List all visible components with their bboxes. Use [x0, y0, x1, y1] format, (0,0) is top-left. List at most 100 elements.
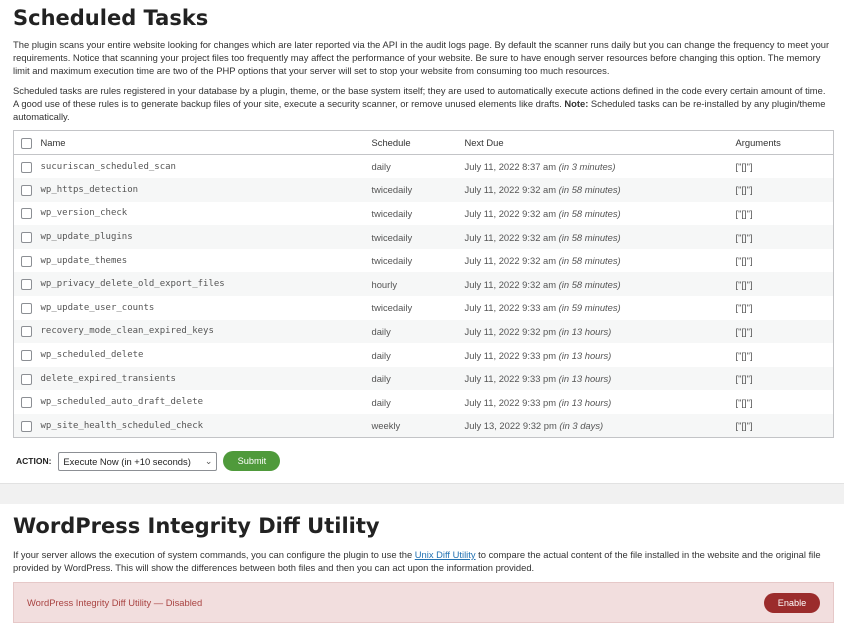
action-select-value: Execute Now (in +10 seconds) [63, 455, 191, 467]
column-next-due[interactable]: Next Due [464, 130, 736, 155]
column-name[interactable]: Name [40, 130, 372, 155]
task-due-relative: (in 58 minutes) [558, 255, 621, 267]
scheduled-tasks-panel: Scheduled Tasks The plugin scans your en… [0, 0, 844, 484]
task-arguments: ["[]"] [735, 302, 753, 314]
task-arguments: ["[]"] [735, 319, 834, 344]
row-checkbox-cell [13, 272, 41, 297]
task-due-date: July 11, 2022 9:32 am [464, 278, 557, 290]
row-checkbox[interactable] [21, 420, 32, 432]
task-arguments: ["[]"] [735, 225, 834, 249]
row-checkbox-cell [14, 390, 41, 414]
task-schedule: twicedaily [371, 225, 465, 249]
row-checkbox[interactable] [21, 232, 32, 244]
task-schedule: twicedaily [371, 302, 413, 314]
task-next-due: July 11, 2022 9:33 pm (in 13 hours) [465, 390, 736, 414]
row-checkbox-cell [13, 319, 41, 344]
task-schedule: twicedaily [371, 178, 465, 202]
row-checkbox[interactable] [21, 279, 32, 291]
enable-button[interactable]: Enable [764, 592, 820, 613]
task-due-relative: (in 58 minutes) [558, 184, 621, 196]
task-next-due: July 13, 2022 9:32 pm (in 3 days) [464, 414, 736, 438]
bulk-action-bar: ACTION: Execute Now (in +10 seconds) ⌄ S… [13, 451, 831, 472]
task-due-relative: (in 3 minutes) [558, 161, 616, 173]
task-name: delete_expired_transients [40, 366, 372, 391]
select-all-checkbox[interactable] [21, 137, 32, 149]
task-due-relative: (in 13 hours) [558, 373, 612, 385]
row-checkbox-cell [13, 225, 41, 249]
integrity-description-pre: If your server allows the execution of s… [13, 549, 415, 560]
task-name: wp_update_user_counts [40, 302, 155, 313]
task-arguments: ["[]"] [735, 161, 753, 173]
task-arguments: ["[]"] [735, 396, 753, 408]
task-due-date: July 11, 2022 9:32 am [464, 255, 557, 267]
task-due-date: July 11, 2022 9:32 am [464, 207, 557, 219]
table-row: recovery_mode_clean_expired_keys daily Jul… [13, 319, 834, 344]
table-header-row: Name Schedule Next Due Arguments [13, 130, 834, 155]
submit-button[interactable]: Submit [223, 451, 281, 472]
table-row: wp_scheduled_auto_draft_delete daily July … [14, 390, 834, 414]
row-checkbox-cell [14, 202, 41, 226]
action-select[interactable]: Execute Now (in +10 seconds) ⌄ [58, 451, 218, 471]
task-schedule: weekly [371, 414, 465, 438]
unix-diff-link[interactable]: Unix Diff Utility [415, 549, 476, 560]
row-checkbox-cell [14, 343, 41, 367]
integrity-description: If your server allows the execution of s… [13, 548, 831, 574]
task-next-due: July 11, 2022 9:32 am (in 58 minutes) [464, 225, 736, 249]
table-row: wp_https_detection twicedaily July 11, 202… [13, 178, 834, 202]
task-due-relative: (in 13 hours) [558, 349, 612, 361]
row-checkbox-cell [13, 178, 41, 202]
task-next-due: July 11, 2022 9:32 am (in 58 minutes) [465, 202, 736, 226]
table-row: delete_expired_transients daily July 11, 2… [13, 366, 834, 391]
row-checkbox[interactable] [21, 350, 32, 362]
task-schedule: daily [371, 396, 391, 408]
row-checkbox-cell [14, 296, 41, 320]
task-schedule: daily [371, 319, 465, 344]
row-checkbox[interactable] [21, 255, 32, 267]
task-due-relative: (in 3 days) [559, 420, 604, 432]
task-due-date: July 11, 2022 9:33 am [464, 302, 557, 314]
row-checkbox[interactable] [21, 302, 32, 314]
row-checkbox[interactable] [21, 326, 32, 338]
task-name: wp_scheduled_delete [40, 350, 144, 361]
row-checkbox[interactable] [21, 161, 32, 173]
row-checkbox[interactable] [21, 397, 32, 409]
task-next-due: July 11, 2022 9:33 pm (in 13 hours) [464, 366, 736, 391]
task-next-due: July 11, 2022 9:32 am (in 58 minutes) [464, 272, 736, 297]
task-due-relative: (in 58 minutes) [558, 231, 621, 243]
task-schedule: daily [371, 349, 391, 361]
task-next-due: July 11, 2022 9:33 am (in 59 minutes) [465, 296, 736, 320]
table-row: wp_update_user_counts twicedaily July 11, … [14, 296, 834, 320]
task-name: wp_scheduled_auto_draft_delete [40, 397, 204, 408]
task-due-date: July 11, 2022 9:32 am [464, 184, 557, 196]
row-checkbox[interactable] [21, 373, 32, 385]
task-name: sucuriscan_scheduled_scan [40, 161, 176, 172]
task-arguments: ["[]"] [735, 207, 753, 219]
task-next-due: July 11, 2022 9:32 am (in 58 minutes) [464, 178, 736, 202]
task-name: wp_privacy_delete_old_export_files [40, 272, 372, 297]
task-arguments: ["[]"] [735, 349, 753, 361]
task-arguments: ["[]"] [735, 178, 834, 202]
task-schedule: twicedaily [371, 255, 413, 267]
task-name: wp_update_themes [40, 255, 128, 266]
task-due-relative: (in 13 hours) [558, 396, 612, 408]
task-next-due: July 11, 2022 9:32 am (in 58 minutes) [465, 249, 736, 273]
column-schedule[interactable]: Schedule [371, 130, 465, 155]
chevron-down-icon: ⌄ [204, 455, 213, 466]
table-row: wp_version_check twicedaily July 11, 2022 … [14, 202, 834, 226]
task-due-date: July 11, 2022 9:33 pm [464, 349, 557, 361]
row-checkbox[interactable] [21, 208, 32, 220]
scanner-description: The plugin scans your entire website loo… [13, 39, 830, 76]
table-row: wp_privacy_delete_old_export_files hourly… [13, 272, 834, 297]
task-next-due: July 11, 2022 8:37 am (in 3 minutes) [465, 155, 736, 179]
integrity-diff-panel: WordPress Integrity Diff Utility If your… [0, 504, 844, 639]
task-schedule: daily [371, 366, 465, 391]
integrity-status-notice: WordPress Integrity Diff Utility — Disab… [13, 582, 834, 623]
task-due-date: July 11, 2022 9:33 pm [464, 396, 557, 408]
task-schedule: twicedaily [371, 207, 413, 219]
integrity-title: WordPress Integrity Diff Utility [13, 514, 380, 538]
column-arguments[interactable]: Arguments [735, 130, 834, 155]
row-checkbox[interactable] [21, 184, 32, 196]
integrity-status-text: WordPress Integrity Diff Utility — Disab… [27, 597, 203, 608]
action-label: ACTION: [16, 456, 52, 467]
table-row: wp_update_plugins twicedaily July 11, 2022… [13, 225, 834, 249]
